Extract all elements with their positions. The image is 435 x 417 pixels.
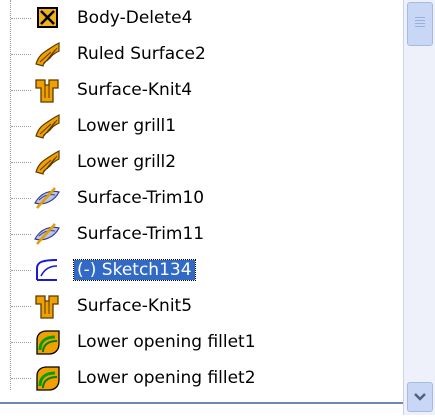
- tree-item-label: Body-Delete4: [77, 8, 193, 28]
- tree-branch-line: [11, 126, 31, 127]
- tree-branch-line: [11, 198, 31, 199]
- tree-item-body-delete4[interactable]: Body-Delete4: [0, 0, 403, 36]
- tree-item-surface-trim11[interactable]: Surface-Trim11: [0, 216, 403, 252]
- tree-item-surface-knit5[interactable]: Surface-Knit5: [0, 288, 403, 324]
- tree-item-lower-grill2[interactable]: Lower grill2: [0, 144, 403, 180]
- tree-item-label: Surface-Knit5: [77, 296, 193, 316]
- tree-item-sketch134[interactable]: (-) Sketch134: [0, 252, 403, 288]
- chevron-down-icon: [414, 393, 426, 401]
- tree-branch-line: [11, 90, 31, 91]
- fillet-icon: [36, 366, 60, 391]
- tree-item-label: Ruled Surface2: [77, 44, 206, 64]
- surface-trim-icon: [34, 223, 60, 245]
- surface-knit-icon: [35, 79, 59, 103]
- surface-trim-icon: [34, 187, 60, 209]
- tree-item-label: Lower opening fillet2: [77, 368, 256, 388]
- scrollbar-thumb[interactable]: [407, 2, 433, 46]
- tree-item-label: Surface-Trim11: [77, 224, 205, 244]
- fillet-icon: [36, 330, 60, 355]
- tree-item-surface-trim10[interactable]: Surface-Trim10: [0, 180, 403, 216]
- feature-tree: Body-Delete4 Ruled Surface2 Surface-Knit…: [0, 0, 403, 402]
- tree-branch-line: [11, 162, 31, 163]
- tree-item-lower-grill1[interactable]: Lower grill1: [0, 108, 403, 144]
- tree-branch-line: [11, 342, 31, 343]
- vertical-scrollbar[interactable]: [403, 0, 435, 415]
- tree-item-label: (-) Sketch134: [73, 259, 196, 281]
- ruled-surface-icon: [35, 114, 60, 139]
- tree-item-label: Lower opening fillet1: [77, 332, 256, 352]
- sketch-icon: [36, 259, 58, 281]
- tree-branch-line: [11, 54, 31, 55]
- tree-item-label: Surface-Trim10: [77, 188, 205, 208]
- tree-item-ruled-surface2[interactable]: Ruled Surface2: [0, 36, 403, 72]
- tree-item-lower-opening-fillet2[interactable]: Lower opening fillet2: [0, 360, 403, 396]
- tree-branch-line: [11, 270, 31, 271]
- tree-branch-line: [11, 234, 31, 235]
- tree-branch-line: [11, 18, 31, 19]
- tree-item-label: Lower grill2: [77, 152, 177, 172]
- tree-branch-line: [11, 378, 31, 379]
- ruled-surface-icon: [35, 150, 60, 175]
- tree-branch-line: [11, 306, 31, 307]
- surface-knit-icon: [35, 295, 59, 319]
- tree-item-label: Lower grill1: [77, 116, 177, 136]
- body-delete-icon: [37, 7, 58, 28]
- tree-item-lower-opening-fillet1[interactable]: Lower opening fillet1: [0, 324, 403, 360]
- ruled-surface-icon: [35, 42, 60, 67]
- tree-item-surface-knit4[interactable]: Surface-Knit4: [0, 72, 403, 108]
- tree-item-label: Surface-Knit4: [77, 80, 193, 100]
- scroll-down-button[interactable]: [407, 382, 433, 412]
- grip-icon: [415, 17, 425, 29]
